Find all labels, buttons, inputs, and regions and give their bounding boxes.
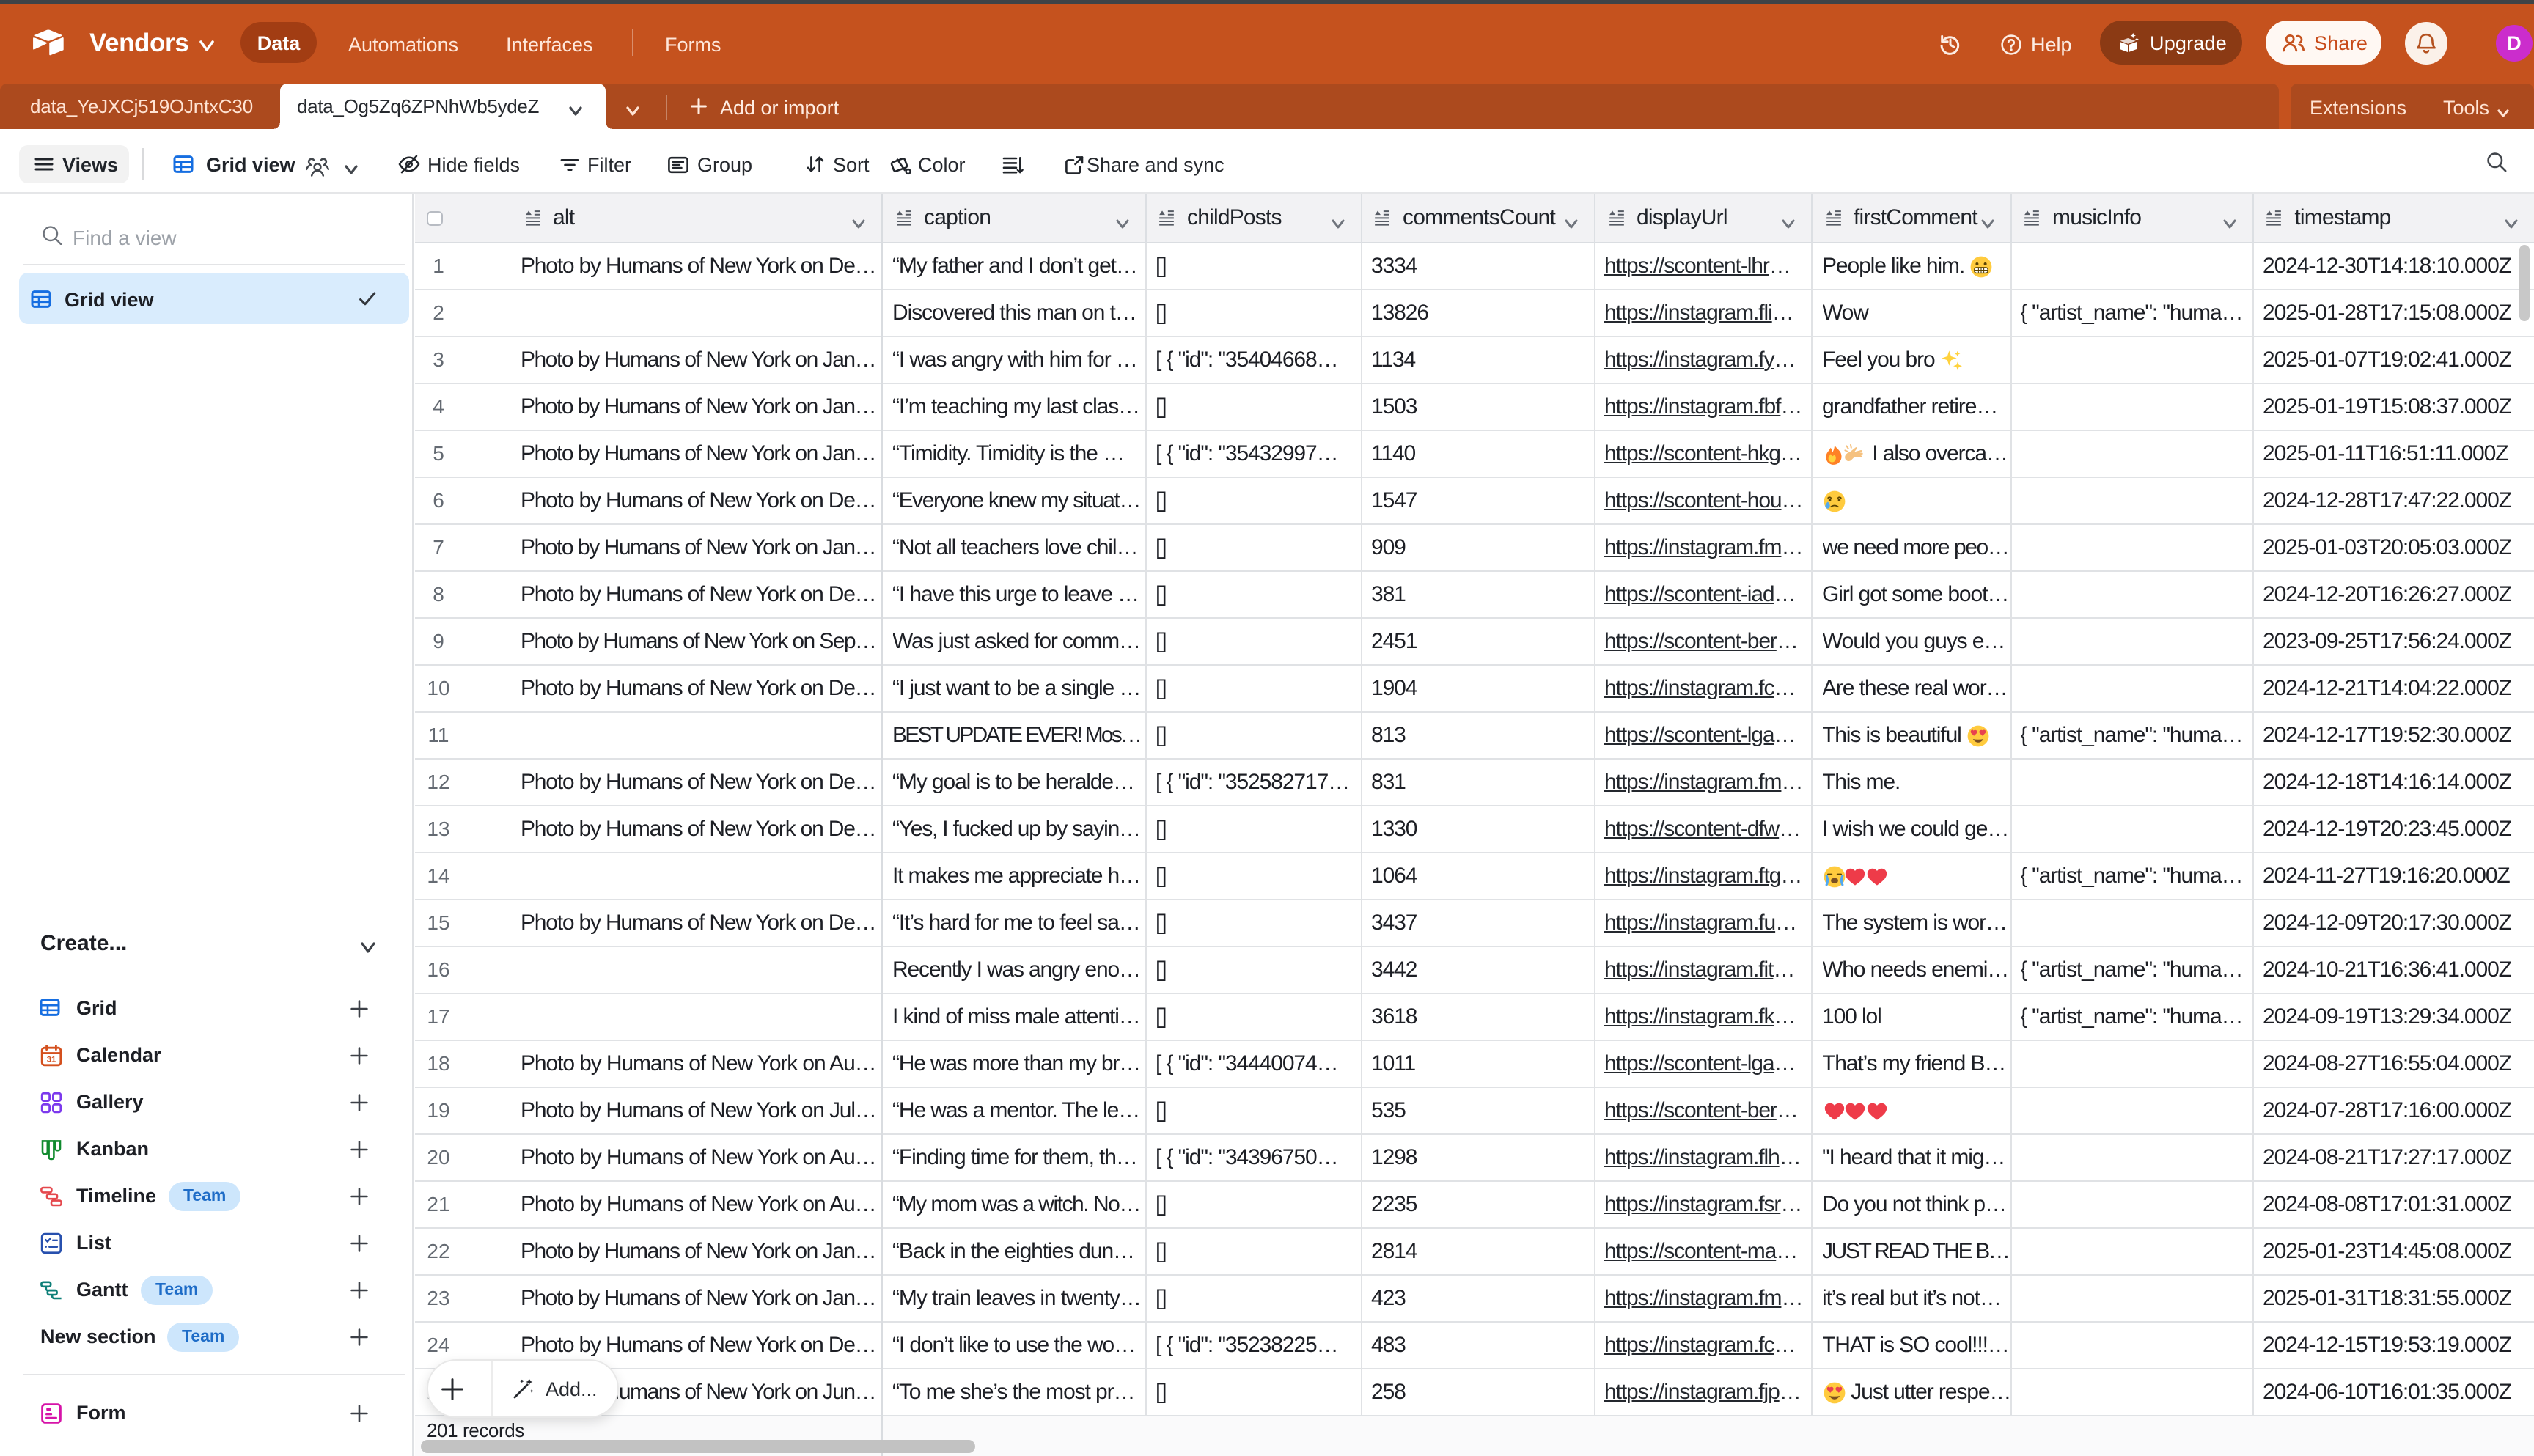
svg-text:31: 31 (47, 1055, 56, 1064)
